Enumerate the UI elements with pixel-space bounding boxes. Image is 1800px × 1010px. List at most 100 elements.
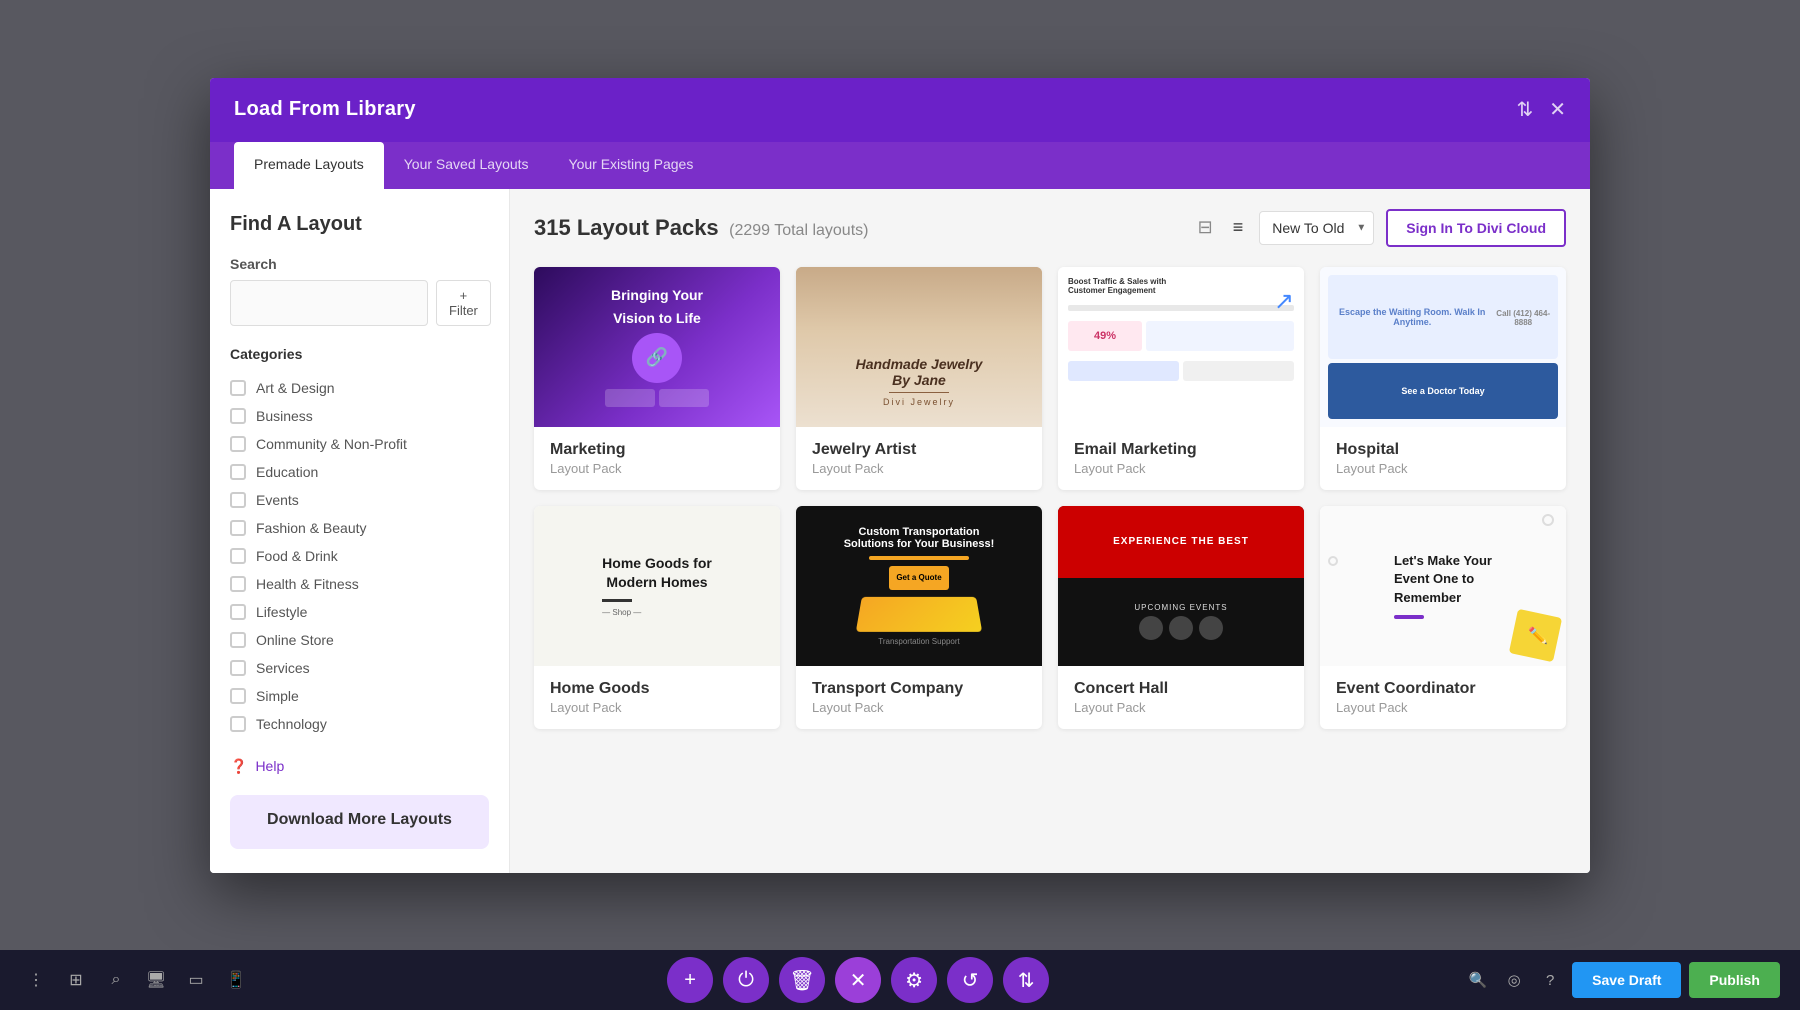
layout-card-marketing[interactable]: Bringing Your Vision to Life 🔗 xyxy=(534,267,780,490)
category-checkbox-education[interactable] xyxy=(230,464,246,480)
card-name-event: Event Coordinator xyxy=(1336,680,1550,698)
card-type-jewelry: Layout Pack xyxy=(812,461,1026,476)
toolbar-sort-button[interactable]: ⇅ xyxy=(1003,957,1049,1003)
toolbar-history-button[interactable]: ↺ xyxy=(947,957,993,1003)
toolbar-close-button[interactable]: ✕ xyxy=(835,957,881,1003)
layout-card-event[interactable]: Let's Make YourEvent One toRemember ✏️ E… xyxy=(1320,506,1566,729)
card-name-jewelry: Jewelry Artist xyxy=(812,441,1026,459)
toolbar-search-icon[interactable]: ⌕ xyxy=(100,964,132,996)
card-info-event: Event Coordinator Layout Pack xyxy=(1320,666,1566,729)
category-label-fashion: Fashion & Beauty xyxy=(256,520,367,536)
toolbar-mobile-icon[interactable]: 📱 xyxy=(220,964,252,996)
bottom-toolbar: ⋮ ⊞ ⌕ 🖥 ▭ 📱 + ⏻ 🗑 ✕ ⚙ ↺ ⇅ 🔍 ◎ ? Save Dra… xyxy=(0,950,1800,1010)
sort-icon[interactable]: ⇅ xyxy=(1516,97,1533,122)
card-name-marketing: Marketing xyxy=(550,441,764,459)
total-layouts: (2299 Total layouts) xyxy=(729,222,868,239)
publish-button[interactable]: Publish xyxy=(1689,962,1780,998)
card-name-concert: Concert Hall xyxy=(1074,680,1288,698)
content-header: 315 Layout Packs (2299 Total layouts) ⊟ … xyxy=(534,209,1566,247)
category-item-simple[interactable]: Simple xyxy=(230,682,489,710)
category-item-technology[interactable]: Technology xyxy=(230,710,489,738)
category-checkbox-lifestyle[interactable] xyxy=(230,604,246,620)
category-item-art[interactable]: Art & Design xyxy=(230,374,489,402)
toolbar-search-right-icon[interactable]: 🔍 xyxy=(1464,966,1492,994)
sidebar-title: Find A Layout xyxy=(230,213,489,236)
card-type-email: Layout Pack xyxy=(1074,461,1288,476)
toolbar-right: 🔍 ◎ ? Save Draft Publish xyxy=(1464,962,1780,998)
category-checkbox-technology[interactable] xyxy=(230,716,246,732)
layout-card-transport[interactable]: Custom TransportationSolutions for Your … xyxy=(796,506,1042,729)
category-item-food[interactable]: Food & Drink xyxy=(230,542,489,570)
sign-in-button[interactable]: Sign In To Divi Cloud xyxy=(1386,209,1566,247)
category-item-fashion[interactable]: Fashion & Beauty xyxy=(230,514,489,542)
list-view-icon[interactable]: ≡ xyxy=(1229,213,1248,242)
category-checkbox-services[interactable] xyxy=(230,660,246,676)
card-name-transport: Transport Company xyxy=(812,680,1026,698)
toolbar-grid-icon[interactable]: ⊞ xyxy=(60,964,92,996)
category-item-education[interactable]: Education xyxy=(230,458,489,486)
card-info-concert: Concert Hall Layout Pack xyxy=(1058,666,1304,729)
tab-saved-layouts[interactable]: Your Saved Layouts xyxy=(384,142,549,189)
event-pencil-icon: ✏️ xyxy=(1528,626,1548,646)
category-label-food: Food & Drink xyxy=(256,548,338,564)
filter-button[interactable]: + Filter xyxy=(436,280,491,326)
category-item-online-store[interactable]: Online Store xyxy=(230,626,489,654)
toolbar-trash-button[interactable]: 🗑 xyxy=(779,957,825,1003)
layout-card-concert[interactable]: EXPERIENCE THE BEST UPCOMING EVENTS xyxy=(1058,506,1304,729)
card-type-home: Layout Pack xyxy=(550,700,764,715)
modal-body: Find A Layout Search + Filter Categories… xyxy=(210,189,1590,873)
category-label-simple: Simple xyxy=(256,688,299,704)
modal-overlay: Load From Library ⇅ ✕ Premade Layouts Yo… xyxy=(0,0,1800,950)
category-item-events[interactable]: Events xyxy=(230,486,489,514)
card-preview-marketing: Bringing Your Vision to Life 🔗 xyxy=(534,267,780,427)
event-circle-1 xyxy=(1542,514,1554,526)
category-checkbox-food[interactable] xyxy=(230,548,246,564)
category-checkbox-health[interactable] xyxy=(230,576,246,592)
layout-card-jewelry[interactable]: Handmade Jewelry By Jane Divi Jewelry Je… xyxy=(796,267,1042,490)
sidebar: Find A Layout Search + Filter Categories… xyxy=(210,189,510,873)
close-icon[interactable]: ✕ xyxy=(1549,97,1566,122)
category-item-services[interactable]: Services xyxy=(230,654,489,682)
modal-header: Load From Library ⇅ ✕ xyxy=(210,78,1590,142)
layout-card-home[interactable]: Home Goods forModern Homes — Shop — Home… xyxy=(534,506,780,729)
layout-card-email[interactable]: Boost Traffic & Sales withCustomer Engag… xyxy=(1058,267,1304,490)
category-checkbox-business[interactable] xyxy=(230,408,246,424)
category-checkbox-fashion[interactable] xyxy=(230,520,246,536)
card-preview-hospital: Escape the Waiting Room. Walk In Anytime… xyxy=(1320,267,1566,427)
card-preview-email: Boost Traffic & Sales withCustomer Engag… xyxy=(1058,267,1304,427)
card-type-hospital: Layout Pack xyxy=(1336,461,1550,476)
toolbar-help-icon[interactable]: ? xyxy=(1536,966,1564,994)
grid-view-icon[interactable]: ⊟ xyxy=(1194,213,1217,242)
toolbar-desktop-icon[interactable]: 🖥 xyxy=(140,964,172,996)
category-checkbox-simple[interactable] xyxy=(230,688,246,704)
concert-preview-text: EXPERIENCE THE BEST xyxy=(1113,536,1249,547)
category-item-health[interactable]: Health & Fitness xyxy=(230,570,489,598)
category-checkbox-online-store[interactable] xyxy=(230,632,246,648)
category-item-business[interactable]: Business xyxy=(230,402,489,430)
category-checkbox-art[interactable] xyxy=(230,380,246,396)
category-item-community[interactable]: Community & Non-Profit xyxy=(230,430,489,458)
toolbar-circle-icon[interactable]: ◎ xyxy=(1500,966,1528,994)
toolbar-settings-button[interactable]: ⚙ xyxy=(891,957,937,1003)
category-checkbox-events[interactable] xyxy=(230,492,246,508)
toolbar-add-button[interactable]: + xyxy=(667,957,713,1003)
layout-card-hospital[interactable]: Escape the Waiting Room. Walk In Anytime… xyxy=(1320,267,1566,490)
toolbar-dots-icon[interactable]: ⋮ xyxy=(20,964,52,996)
sort-select[interactable]: New To Old Old To New A to Z Z to A xyxy=(1259,211,1374,245)
card-info-marketing: Marketing Layout Pack xyxy=(534,427,780,490)
category-checkbox-community[interactable] xyxy=(230,436,246,452)
tab-existing-pages[interactable]: Your Existing Pages xyxy=(549,142,714,189)
help-row[interactable]: ❓ Help xyxy=(230,758,489,775)
toolbar-power-button[interactable]: ⏻ xyxy=(723,957,769,1003)
save-draft-button[interactable]: Save Draft xyxy=(1572,962,1681,998)
toolbar-tablet-icon[interactable]: ▭ xyxy=(180,964,212,996)
category-label-technology: Technology xyxy=(256,716,327,732)
search-input[interactable] xyxy=(230,280,428,326)
concert-circle-1 xyxy=(1139,616,1163,640)
category-item-lifestyle[interactable]: Lifestyle xyxy=(230,598,489,626)
toolbar-center: + ⏻ 🗑 ✕ ⚙ ↺ ⇅ xyxy=(667,957,1049,1003)
card-info-email: Email Marketing Layout Pack xyxy=(1058,427,1304,490)
category-label-health: Health & Fitness xyxy=(256,576,359,592)
tab-premade-layouts[interactable]: Premade Layouts xyxy=(234,142,384,189)
search-row: + Filter xyxy=(230,280,489,326)
